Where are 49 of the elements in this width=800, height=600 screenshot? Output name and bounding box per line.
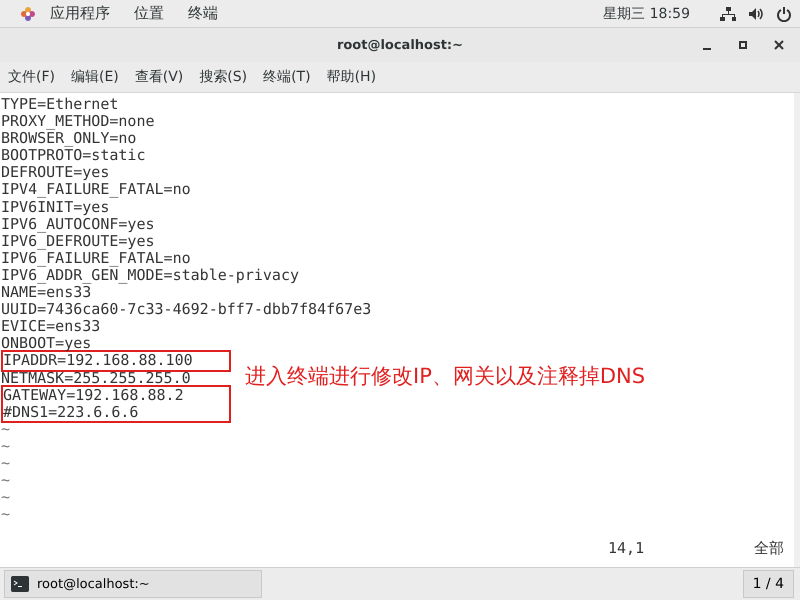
menu-item[interactable]: 终端(T) bbox=[263, 68, 311, 86]
terminal-line: GATEWAY=192.168.88.2 bbox=[3, 386, 184, 404]
terminal-line: DEFROUTE=yes bbox=[1, 164, 110, 182]
menu-item[interactable]: 搜索(S) bbox=[199, 68, 248, 86]
terminal-line: TYPE=Ethernet bbox=[1, 96, 118, 114]
power-icon[interactable] bbox=[776, 6, 792, 22]
clock[interactable]: 星期三 18:59 bbox=[603, 4, 690, 22]
top-menu[interactable]: 位置 bbox=[134, 4, 164, 23]
menu-item[interactable]: 查看(V) bbox=[134, 68, 184, 86]
annotation-text: 进入终端进行修改IP、网关以及注释掉DNS bbox=[245, 363, 646, 390]
terminal-line: IPV4_FAILURE_FATAL=no bbox=[1, 181, 191, 199]
terminal-line: IPV6_AUTOCONF=yes bbox=[1, 216, 155, 233]
tilde-marker: ~ bbox=[1, 420, 10, 438]
window-title: root@localhost:~ bbox=[336, 38, 464, 52]
cursor-position: 14,1 bbox=[608, 539, 644, 558]
terminal-line: #DNS1=223.6.6.6 bbox=[3, 404, 138, 421]
terminal-line: IPV6_FAILURE_FATAL=no bbox=[1, 250, 191, 267]
terminal-line: BOOTPROTO=static bbox=[1, 147, 146, 164]
terminal-line: NETMASK=255.255.255.0 bbox=[1, 370, 191, 387]
terminal-line: PROXY_METHOD=none bbox=[1, 113, 155, 130]
terminal-line: IPV6INIT=yes bbox=[1, 198, 110, 216]
tilde-marker: ~ bbox=[1, 506, 10, 524]
flower-icon[interactable] bbox=[20, 6, 36, 22]
terminal-line: BROWSER_ONLY=no bbox=[1, 130, 136, 148]
tilde-marker: ~ bbox=[1, 454, 10, 472]
top-menu[interactable]: 终端 bbox=[188, 4, 218, 23]
top-menu[interactable]: 应用程序 bbox=[50, 4, 110, 23]
terminal-line: IPV6_DEFROUTE=yes bbox=[1, 232, 155, 250]
terminal-icon[interactable] bbox=[11, 576, 29, 592]
volume-icon[interactable] bbox=[748, 6, 764, 22]
terminal-line: NAME=ens33 bbox=[1, 284, 92, 302]
tilde-marker: ~ bbox=[1, 438, 10, 455]
menu-item[interactable]: 文件(F) bbox=[8, 68, 55, 86]
close-icon[interactable] bbox=[774, 40, 784, 50]
network-icon[interactable] bbox=[720, 6, 736, 22]
terminal-line: ONBOOT=yes bbox=[1, 335, 92, 352]
menu-item[interactable]: 编辑(E) bbox=[70, 68, 119, 86]
taskbar-item[interactable]: root@localhost:~ bbox=[4, 570, 262, 598]
terminal-line: UUID=7436ca60-7c33-4692-bff7-dbb7f84f67e3 bbox=[1, 301, 372, 318]
workspace-indicator[interactable]: 1 / 4 bbox=[742, 570, 794, 598]
terminal-line: IPV6_ADDR_GEN_MODE=stable-privacy bbox=[1, 266, 300, 284]
maximize-icon[interactable] bbox=[738, 40, 748, 50]
terminal-line: IPADDR=192.168.88.100 bbox=[3, 352, 193, 370]
task-label: root@localhost:~ bbox=[37, 576, 150, 592]
scroll-position: 全部 bbox=[754, 539, 784, 558]
tilde-marker: ~ bbox=[1, 472, 10, 490]
terminal-line: EVICE=ens33 bbox=[1, 318, 100, 336]
menu-item[interactable]: 帮助(H) bbox=[326, 68, 376, 86]
tilde-marker: ~ bbox=[1, 489, 10, 506]
